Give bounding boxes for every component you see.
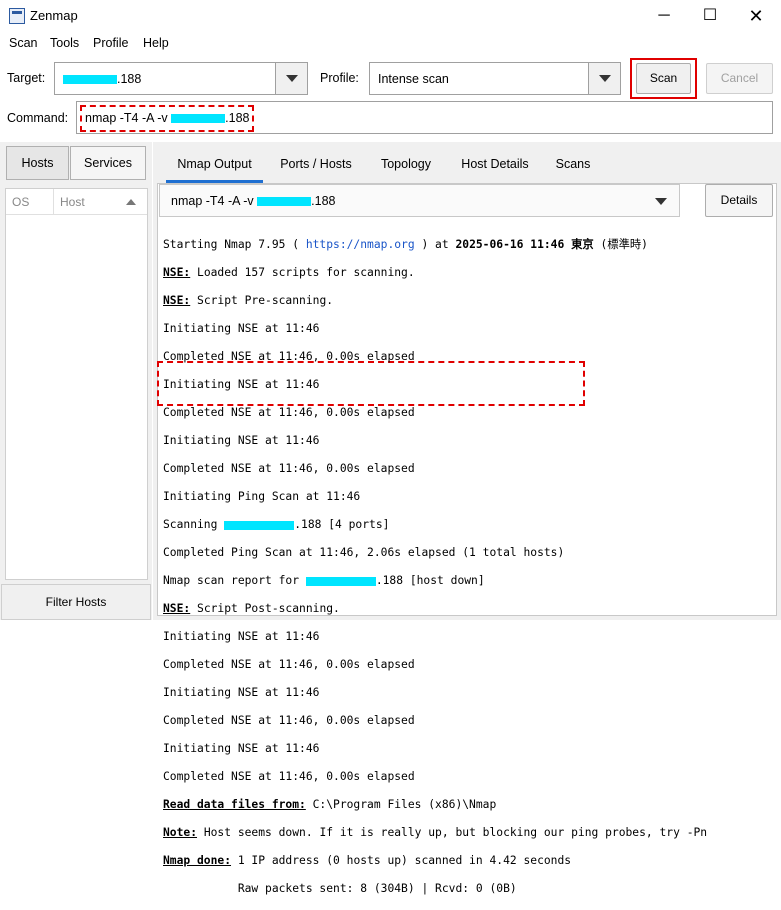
menu-bar: Scan Tools Profile Help xyxy=(0,33,781,55)
nmap-link[interactable]: https://nmap.org xyxy=(306,238,415,251)
column-divider xyxy=(53,189,54,215)
nse-label: NSE: xyxy=(163,294,191,307)
minimize-button[interactable]: ─ xyxy=(641,0,687,32)
output-text-part: 1 IP address (0 hosts up) scanned in 4.4… xyxy=(231,854,572,867)
output-line: Initiating NSE at 11:46 xyxy=(163,742,320,755)
output-line: Note: Host seems down. If it is really u… xyxy=(163,826,773,840)
profile-label: Profile: xyxy=(320,71,359,85)
command-prefix: nmap -T4 -A -v xyxy=(85,111,172,125)
redacted-ip xyxy=(171,114,226,124)
output-line: Initiating NSE at 11:46 xyxy=(163,434,320,447)
cancel-button[interactable]: Cancel xyxy=(706,63,773,94)
output-line: Completed NSE at 11:46, 0.00s elapsed xyxy=(163,714,415,727)
output-line: NSE: Script Post-scanning. xyxy=(163,602,773,616)
nmap-done-label: Nmap done: xyxy=(163,854,232,867)
output-text-part: 2025-06-16 11:46 東京 xyxy=(455,238,594,251)
output-text-part: Starting Nmap 7.95 ( xyxy=(163,238,306,251)
tab-services[interactable]: Services xyxy=(70,146,146,180)
menu-scan[interactable]: Scan xyxy=(9,36,38,50)
output-line: Completed Ping Scan at 11:46, 2.06s elap… xyxy=(163,546,565,559)
target-label: Target: xyxy=(7,71,46,85)
output-line: Nmap done: 1 IP address (0 hosts up) sca… xyxy=(163,854,773,868)
menu-profile[interactable]: Profile xyxy=(93,36,128,50)
column-host[interactable]: Host xyxy=(60,195,85,209)
selector-suffix: .188 xyxy=(311,194,336,208)
output-line: Initiating NSE at 11:46 xyxy=(163,686,320,699)
output-line: Initiating NSE at 11:46 xyxy=(163,630,320,643)
output-line: Nmap scan report for .188 [host down] xyxy=(163,574,773,588)
filter-hosts-button[interactable]: Filter Hosts xyxy=(1,584,151,620)
close-button[interactable]: ✕ xyxy=(733,0,779,32)
selector-prefix: nmap -T4 -A -v xyxy=(171,194,258,208)
tab-hosts[interactable]: Hosts xyxy=(6,146,69,180)
output-text-part: Nmap scan report for xyxy=(163,574,306,587)
target-dropdown-icon[interactable] xyxy=(275,63,307,94)
target-combo[interactable]: .188 xyxy=(54,62,308,95)
details-button[interactable]: Details xyxy=(705,184,773,217)
output-text-part: Host seems down. If it is really up, but… xyxy=(197,826,708,839)
command-suffix: .188 xyxy=(225,111,250,125)
redacted-ip xyxy=(257,197,312,207)
output-text-part: .188 [4 ports] xyxy=(294,518,390,531)
output-text-part: C:\Program Files (x86)\Nmap xyxy=(305,798,497,811)
output-line: Scanning .188 [4 ports] xyxy=(163,518,773,532)
output-line: Completed NSE at 11:46, 0.00s elapsed xyxy=(163,462,415,475)
redacted-ip xyxy=(63,75,117,85)
hosts-list[interactable]: OS Host xyxy=(5,188,148,580)
output-text-part: (標準時) xyxy=(593,238,648,251)
output-text-part: Script Pre-scanning. xyxy=(190,294,334,307)
redacted-ip xyxy=(305,576,376,586)
tab-host-details[interactable]: Host Details xyxy=(450,146,540,182)
tab-nmap-output[interactable]: Nmap Output xyxy=(166,146,263,182)
output-line: Initiating Ping Scan at 11:46 xyxy=(163,490,361,503)
target-value: .188 xyxy=(117,72,142,86)
output-text-part: Loaded 157 scripts for scanning. xyxy=(190,266,415,279)
scan-button[interactable]: Scan xyxy=(636,63,691,94)
output-line: Completed NSE at 11:46, 0.00s elapsed xyxy=(163,406,415,419)
output-line: NSE: Script Pre-scanning. xyxy=(163,294,773,308)
window-title: Zenmap xyxy=(30,8,78,23)
output-text-part: .188 [host down] xyxy=(375,574,485,587)
output-text-part: Scanning xyxy=(163,518,225,531)
menu-help[interactable]: Help xyxy=(143,36,169,50)
tab-ports-hosts[interactable]: Ports / Hosts xyxy=(270,146,362,182)
nse-label: NSE: xyxy=(163,602,191,615)
output-scan-selector-text: nmap -T4 -A -v .188 xyxy=(171,194,335,208)
target-input[interactable]: .188 xyxy=(63,72,141,86)
output-line: Completed NSE at 11:46, 0.00s elapsed xyxy=(163,350,415,363)
tab-scans[interactable]: Scans xyxy=(546,146,600,182)
command-label: Command: xyxy=(7,111,69,125)
profile-dropdown-icon[interactable] xyxy=(588,63,620,94)
output-line: Initiating NSE at 11:46 xyxy=(163,378,320,391)
output-line: Completed NSE at 11:46, 0.00s elapsed xyxy=(163,770,415,783)
output-text-part: Script Post-scanning. xyxy=(190,602,340,615)
output-line: NSE: Loaded 157 scripts for scanning. xyxy=(163,266,773,280)
maximize-button[interactable]: ☐ xyxy=(687,0,733,32)
sort-ascending-icon xyxy=(126,199,136,205)
command-text[interactable]: nmap -T4 -A -v .188 xyxy=(85,111,249,125)
tab-topology[interactable]: Topology xyxy=(371,146,441,182)
nmap-output-text[interactable]: Starting Nmap 7.95 ( https://nmap.org ) … xyxy=(163,224,773,910)
redacted-ip xyxy=(224,520,295,530)
profile-value: Intense scan xyxy=(378,72,449,86)
output-scan-selector[interactable]: nmap -T4 -A -v .188 xyxy=(159,184,680,217)
read-files-label: Read data files from: xyxy=(163,798,306,811)
output-line: Raw packets sent: 8 (304B) | Rcvd: 0 (0B… xyxy=(163,882,517,895)
zenmap-app-icon xyxy=(9,8,25,24)
output-text-part: ) at xyxy=(414,238,456,251)
note-label: Note: xyxy=(163,826,198,839)
output-line: Completed NSE at 11:46, 0.00s elapsed xyxy=(163,658,415,671)
profile-combo[interactable]: Intense scan xyxy=(369,62,621,95)
output-line: Starting Nmap 7.95 ( https://nmap.org ) … xyxy=(163,238,773,252)
nse-label: NSE: xyxy=(163,266,191,279)
output-line: Read data files from: C:\Program Files (… xyxy=(163,798,773,812)
menu-tools[interactable]: Tools xyxy=(50,36,79,50)
selector-dropdown-icon[interactable] xyxy=(655,198,667,205)
output-line: Initiating NSE at 11:46 xyxy=(163,322,320,335)
column-os[interactable]: OS xyxy=(12,195,29,209)
